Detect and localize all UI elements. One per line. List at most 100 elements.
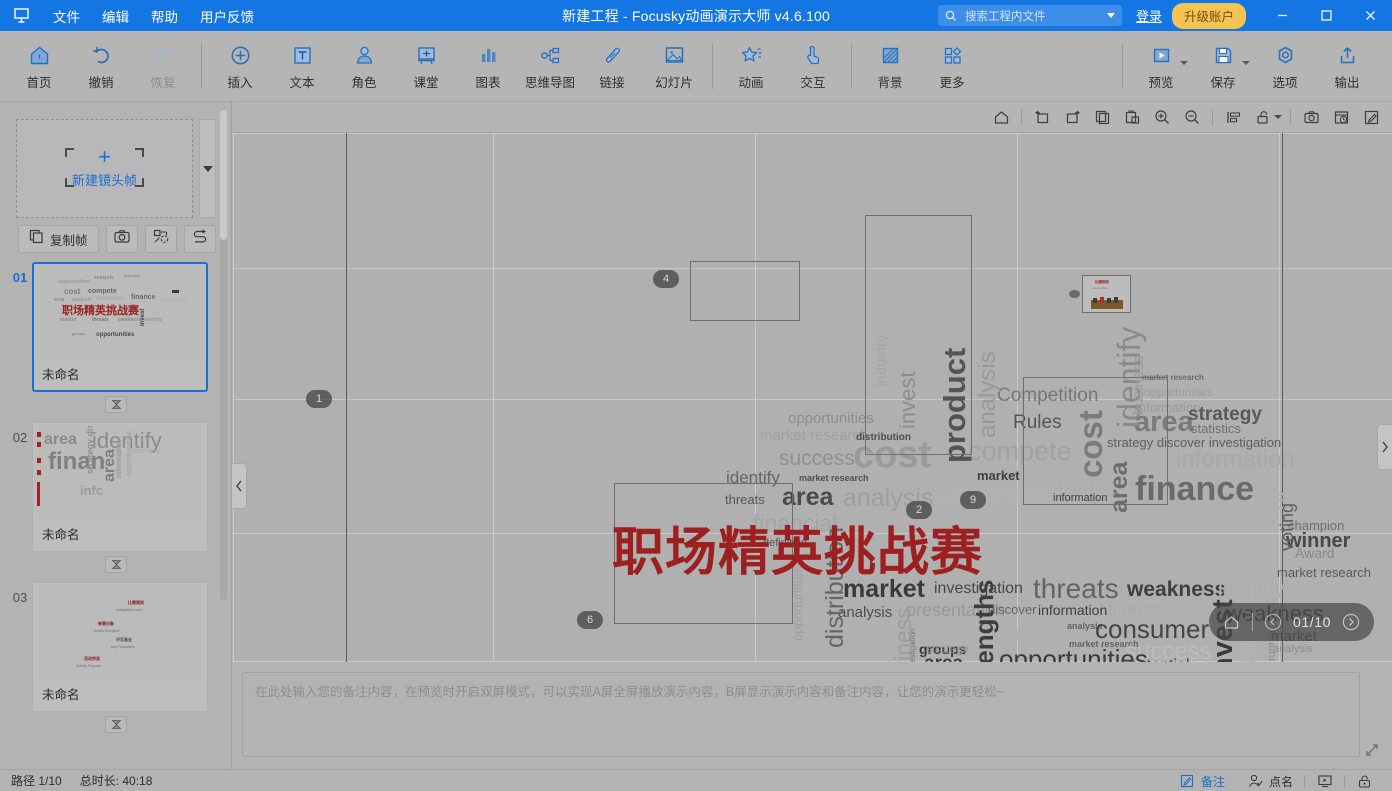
- menu-help[interactable]: 帮助: [140, 2, 189, 30]
- home-icon[interactable]: [1221, 611, 1243, 633]
- ribbon-undo[interactable]: 撤销: [70, 31, 132, 101]
- object-frame[interactable]: [1023, 377, 1168, 505]
- ribbon-text[interactable]: 文本: [271, 31, 333, 101]
- canvas-home-button[interactable]: [986, 104, 1016, 130]
- align-button[interactable]: [1218, 104, 1248, 130]
- menu-feedback[interactable]: 用户反馈: [189, 2, 265, 30]
- chevron-down-icon[interactable]: [1274, 115, 1282, 119]
- ribbon-link[interactable]: 链接: [581, 31, 643, 101]
- canvas-history-button[interactable]: [1326, 104, 1356, 130]
- object-frame[interactable]: [690, 261, 800, 321]
- ribbon-animation[interactable]: 动画: [720, 31, 782, 101]
- slide-transition-button[interactable]: [105, 716, 127, 733]
- ribbon-export[interactable]: 输出: [1316, 31, 1378, 101]
- snapshot-button[interactable]: [105, 225, 138, 253]
- collapse-slides-panel-button[interactable]: [232, 463, 247, 509]
- slide-card-01[interactable]: opportunities analysis industry cost com…: [32, 262, 208, 392]
- fit-frame-button[interactable]: [144, 225, 177, 253]
- resize-handle-icon[interactable]: [1365, 743, 1379, 757]
- ribbon-background[interactable]: 背景: [859, 31, 921, 101]
- minimize-button[interactable]: [1260, 0, 1304, 31]
- ribbon-slide[interactable]: 幻灯片: [643, 31, 705, 101]
- crop-corner-icon: [65, 178, 74, 187]
- ribbon-separator: [201, 43, 202, 89]
- slide-card-03[interactable]: 比赛规则 competition rules 参赛对象 Award Recipi…: [32, 582, 208, 712]
- canvas-edit-button[interactable]: [1356, 104, 1386, 130]
- ribbon-preview[interactable]: 预览: [1130, 31, 1192, 101]
- close-button[interactable]: [1348, 0, 1392, 31]
- object-handle[interactable]: [1069, 290, 1080, 298]
- ribbon-insert[interactable]: 插入: [209, 31, 271, 101]
- status-lock[interactable]: [1345, 774, 1384, 789]
- slide-transition-button[interactable]: [105, 396, 127, 413]
- reorder-path-button[interactable]: [183, 225, 216, 253]
- zoom-out-button[interactable]: [1177, 104, 1207, 130]
- next-icon[interactable]: [1340, 611, 1362, 633]
- prev-icon[interactable]: [1262, 611, 1284, 633]
- ribbon-more[interactable]: 更多: [921, 31, 983, 101]
- frames-scroll-down-button[interactable]: [199, 119, 216, 218]
- ribbon-more-label: 更多: [939, 76, 965, 90]
- slide-transition-button[interactable]: [105, 556, 127, 573]
- zoom-in-button[interactable]: [1147, 104, 1177, 130]
- maximize-button[interactable]: [1304, 0, 1348, 31]
- canvas-copy-button[interactable]: [1087, 104, 1117, 130]
- main-title-text[interactable]: 职场精英挑战赛: [612, 510, 983, 585]
- ribbon-character[interactable]: 角色: [333, 31, 395, 101]
- duplicate-frame-button[interactable]: 复制帧: [18, 225, 99, 253]
- slide-card-02[interactable]: area identify finan strategy discover ar…: [32, 422, 208, 552]
- slide-name[interactable]: 未命名: [36, 680, 204, 708]
- chevron-down-icon[interactable]: [1242, 61, 1250, 65]
- expand-right-panel-button[interactable]: [1377, 424, 1392, 470]
- canvas-toolbar: [233, 102, 1392, 133]
- frame-badge[interactable]: 1: [306, 390, 332, 408]
- frame-badge[interactable]: 6: [577, 611, 603, 629]
- object-frame[interactable]: [865, 215, 972, 455]
- upgrade-account-button[interactable]: 升级账户: [1171, 2, 1246, 29]
- mini-slide-object[interactable]: 比赛规则 competition: [1082, 275, 1131, 313]
- search-input[interactable]: 搜索工程内文件: [937, 5, 1122, 26]
- frame-badge[interactable]: 4: [653, 270, 679, 288]
- ribbon-save[interactable]: 保存: [1192, 31, 1254, 101]
- slide-list[interactable]: 01 opportunities analysis industry cost …: [0, 262, 232, 769]
- slides-scrollbar[interactable]: [220, 110, 227, 600]
- new-camera-frame[interactable]: + 新建镜头帧: [16, 119, 193, 218]
- ribbon-classroom[interactable]: 课堂: [395, 31, 457, 101]
- status-presenter[interactable]: [1305, 774, 1344, 789]
- canvas-paste-button[interactable]: [1117, 104, 1147, 130]
- ribbon-chart[interactable]: 图表: [457, 31, 519, 101]
- frame-badge[interactable]: 9: [960, 491, 986, 509]
- history-icon: [1334, 110, 1348, 124]
- menu-edit[interactable]: 编辑: [91, 2, 140, 30]
- chevron-down-icon[interactable]: [1180, 61, 1188, 65]
- status-notes[interactable]: 备注: [1168, 773, 1236, 790]
- list-item[interactable]: 01 opportunities analysis industry cost …: [0, 262, 232, 392]
- ribbon-interaction[interactable]: 交互: [782, 31, 844, 101]
- ribbon-insert-label: 插入: [227, 76, 253, 90]
- new-camera-frame-label: 新建镜头帧: [71, 173, 137, 188]
- slide-name[interactable]: 未命名: [36, 520, 204, 548]
- menu-file[interactable]: 文件: [42, 2, 91, 30]
- presenter-screen-icon: [1316, 774, 1333, 789]
- word-cloud-word: threats: [1033, 573, 1119, 604]
- status-rollcall[interactable]: 点名: [1236, 773, 1304, 790]
- rotate-right-button[interactable]: [1057, 104, 1087, 130]
- ribbon-redo[interactable]: 恢复: [132, 31, 194, 101]
- presentation-stage[interactable]: opportunities market research distribution…: [233, 133, 1392, 662]
- canvas-snapshot-button[interactable]: [1296, 104, 1326, 130]
- scrollbar-thumb[interactable]: [220, 110, 227, 240]
- home-outline-icon: [994, 110, 1008, 124]
- ribbon-home[interactable]: 首页: [8, 31, 70, 101]
- login-button[interactable]: 登录: [1136, 6, 1162, 25]
- copy-icon: [1095, 110, 1109, 124]
- notes-input[interactable]: 在此处输入您的备注内容，在预览时开启双屏模式，可以实现A屏全屏播放演示内容，B屏…: [242, 672, 1360, 757]
- crop-corner-icon: [65, 148, 74, 157]
- chevron-down-icon[interactable]: [1106, 13, 1115, 18]
- slide-name[interactable]: 未命名: [36, 360, 204, 388]
- ribbon-options[interactable]: 选项: [1254, 31, 1316, 101]
- list-item[interactable]: 03 比赛规则 competition rules 参赛对象 Award Rec…: [0, 582, 232, 712]
- list-item[interactable]: 02 area identify finan strategy discover…: [0, 422, 232, 552]
- ribbon-mindmap[interactable]: 思维导图: [519, 31, 581, 101]
- rollcall-icon: [1247, 774, 1264, 789]
- rotate-left-button[interactable]: [1027, 104, 1057, 130]
